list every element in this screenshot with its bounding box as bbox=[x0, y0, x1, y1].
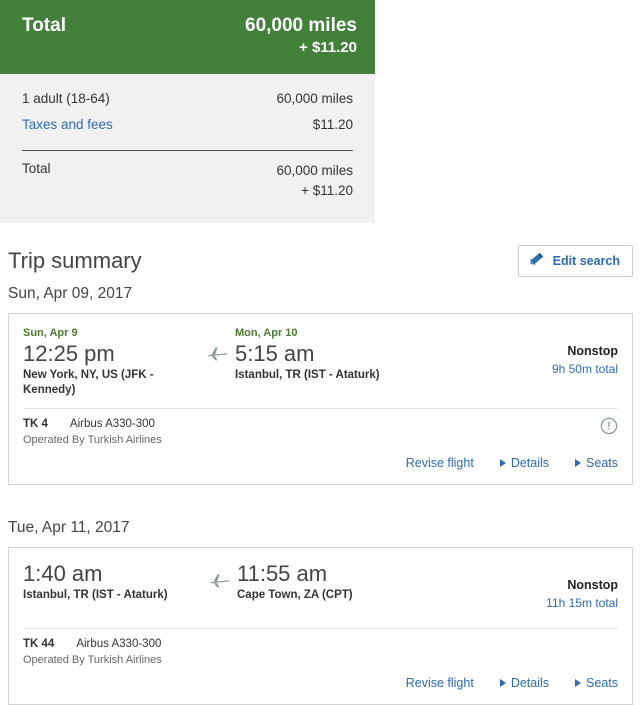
price-total-row: Total 60,000 miles + $11.20 bbox=[22, 161, 353, 201]
price-total-miles: 60,000 miles bbox=[276, 163, 353, 178]
price-total-fees: + $11.20 bbox=[301, 183, 353, 198]
flight-card-bottom: TK 44 Airbus A330-300 Operated By Turkis… bbox=[23, 629, 618, 704]
seats-link[interactable]: Seats bbox=[575, 676, 618, 690]
flight-legs: Sun, Apr 9 12:25 pm New York, NY, US (JF… bbox=[23, 326, 413, 398]
aircraft-info: TK 4 Airbus A330-300 bbox=[23, 417, 162, 432]
edit-search-label: Edit search bbox=[552, 254, 620, 268]
flight-card-actions: Revise flight Details Seats bbox=[23, 668, 618, 696]
section-date-heading: Sun, Apr 09, 2017 bbox=[8, 285, 133, 302]
airplane-icon bbox=[203, 560, 237, 618]
departure-date: Sun, Apr 9 bbox=[23, 327, 78, 339]
itinerary-section: Tue, Apr 11, 2017 1:40 am Istanbul, TR (… bbox=[8, 519, 633, 705]
taxes-and-fees-link[interactable]: Taxes and fees bbox=[22, 112, 113, 138]
flight-stops-info: Nonstop 11h 15m total bbox=[518, 560, 618, 618]
flight-card-bottom: TK 4 Airbus A330-300 Operated By Turkish… bbox=[23, 409, 618, 484]
airplane-icon bbox=[201, 326, 235, 398]
duration-label: 9h 50m total bbox=[551, 362, 618, 376]
stops-label: Nonstop bbox=[567, 344, 618, 358]
stops-label: Nonstop bbox=[567, 578, 618, 592]
arrival-leg: Mon, Apr 10 5:15 am Istanbul, TR (IST - … bbox=[235, 326, 413, 398]
aircraft-row: TK 4 Airbus A330-300 Operated By Turkish… bbox=[23, 417, 618, 448]
page-title: Trip summary bbox=[8, 248, 142, 273]
seats-label: Seats bbox=[586, 456, 618, 470]
arrival-time: 11:55 am bbox=[237, 561, 328, 586]
price-panel-header: Total 60,000 miles + $11.20 bbox=[0, 0, 375, 74]
departure-leg: 1:40 am Istanbul, TR (IST - Ataturk) bbox=[23, 560, 203, 618]
price-panel-body: 1 adult (18-64) 60,000 miles Taxes and f… bbox=[0, 74, 375, 223]
price-header-fees: + $11.20 bbox=[299, 39, 357, 56]
details-label: Details bbox=[510, 456, 550, 470]
seats-link[interactable]: Seats bbox=[575, 456, 618, 470]
departure-time: 12:25 pm bbox=[23, 341, 115, 366]
edit-search-button[interactable]: Edit search bbox=[517, 245, 633, 277]
trip-summary-section: Trip summary Edit search Sun, Apr 09, 20… bbox=[0, 223, 641, 705]
arrival-airport: Istanbul, TR (IST - Ataturk) bbox=[235, 369, 380, 381]
revise-flight-link[interactable]: Revise flight bbox=[406, 676, 474, 690]
departure-airport: New York, NY, US (JFK - Kennedy) bbox=[23, 369, 154, 396]
departure-time: 1:40 am bbox=[23, 561, 103, 586]
details-link[interactable]: Details bbox=[499, 456, 550, 470]
itinerary-section: Sun, Apr 09, 2017 Sun, Apr 9 12:25 pm Ne… bbox=[8, 285, 633, 485]
price-row-passenger-value: 60,000 miles bbox=[276, 91, 353, 106]
trip-summary-header: Trip summary Edit search bbox=[8, 223, 633, 277]
warning-circle-icon[interactable] bbox=[600, 417, 618, 440]
caret-right-icon bbox=[499, 459, 506, 467]
duration-label: 11h 15m total bbox=[546, 596, 618, 610]
price-header-total-label: Total bbox=[22, 15, 66, 36]
revise-flight-label: Revise flight bbox=[405, 676, 474, 690]
departure-leg: Sun, Apr 9 12:25 pm New York, NY, US (JF… bbox=[23, 326, 201, 398]
operated-by: Operated By Turkish Airlines bbox=[23, 654, 162, 666]
price-row-passenger: 1 adult (18-64) 60,000 miles bbox=[22, 86, 353, 112]
price-row-taxes-value: $11.20 bbox=[312, 117, 353, 132]
details-link[interactable]: Details bbox=[499, 676, 550, 690]
caret-right-icon bbox=[499, 679, 506, 687]
arrival-airport: Cape Town, ZA (CPT) bbox=[237, 589, 353, 601]
caret-right-icon bbox=[575, 679, 582, 687]
flight-card: Sun, Apr 9 12:25 pm New York, NY, US (JF… bbox=[8, 313, 633, 485]
caret-right-icon bbox=[575, 459, 582, 467]
revise-flight-label: Revise flight bbox=[405, 456, 474, 470]
pencil-icon bbox=[529, 251, 546, 271]
flight-number: TK 4 bbox=[23, 418, 48, 430]
departure-airport: Istanbul, TR (IST - Ataturk) bbox=[23, 589, 168, 601]
price-divider bbox=[22, 150, 353, 151]
price-header-values: 60,000 miles + $11.20 bbox=[245, 14, 357, 58]
arrival-date: Mon, Apr 10 bbox=[235, 327, 298, 339]
flight-card-actions: Revise flight Details Seats bbox=[23, 448, 618, 476]
aircraft-info: TK 44 Airbus A330-300 bbox=[23, 637, 162, 652]
flight-card: 1:40 am Istanbul, TR (IST - Ataturk) 11:… bbox=[8, 547, 633, 705]
operated-by: Operated By Turkish Airlines bbox=[23, 434, 162, 446]
flight-number: TK 44 bbox=[23, 638, 55, 650]
price-row-taxes: Taxes and fees $11.20 bbox=[22, 112, 353, 138]
aircraft-type: Airbus A330-300 bbox=[76, 638, 162, 650]
price-summary-panel: Total 60,000 miles + $11.20 1 adult (18-… bbox=[0, 0, 375, 223]
arrival-leg: 11:55 am Cape Town, ZA (CPT) bbox=[237, 560, 415, 618]
price-total-label: Total bbox=[22, 161, 51, 176]
aircraft-row: TK 44 Airbus A330-300 Operated By Turkis… bbox=[23, 637, 618, 668]
flight-card-top: Sun, Apr 9 12:25 pm New York, NY, US (JF… bbox=[23, 314, 618, 409]
flight-card-top: 1:40 am Istanbul, TR (IST - Ataturk) 11:… bbox=[23, 548, 618, 629]
details-label: Details bbox=[510, 676, 550, 690]
seats-label: Seats bbox=[586, 676, 618, 690]
arrival-time: 5:15 am bbox=[235, 341, 315, 366]
price-header-miles: 60,000 miles bbox=[245, 15, 357, 36]
flight-stops-info: Nonstop 9h 50m total bbox=[518, 326, 618, 398]
price-row-passenger-label: 1 adult (18-64) bbox=[22, 91, 110, 106]
section-date-heading: Tue, Apr 11, 2017 bbox=[8, 519, 130, 536]
price-total-values: 60,000 miles + $11.20 bbox=[276, 161, 353, 201]
flight-legs: 1:40 am Istanbul, TR (IST - Ataturk) 11:… bbox=[23, 560, 415, 618]
aircraft-type: Airbus A330-300 bbox=[69, 418, 155, 430]
revise-flight-link[interactable]: Revise flight bbox=[406, 456, 474, 470]
